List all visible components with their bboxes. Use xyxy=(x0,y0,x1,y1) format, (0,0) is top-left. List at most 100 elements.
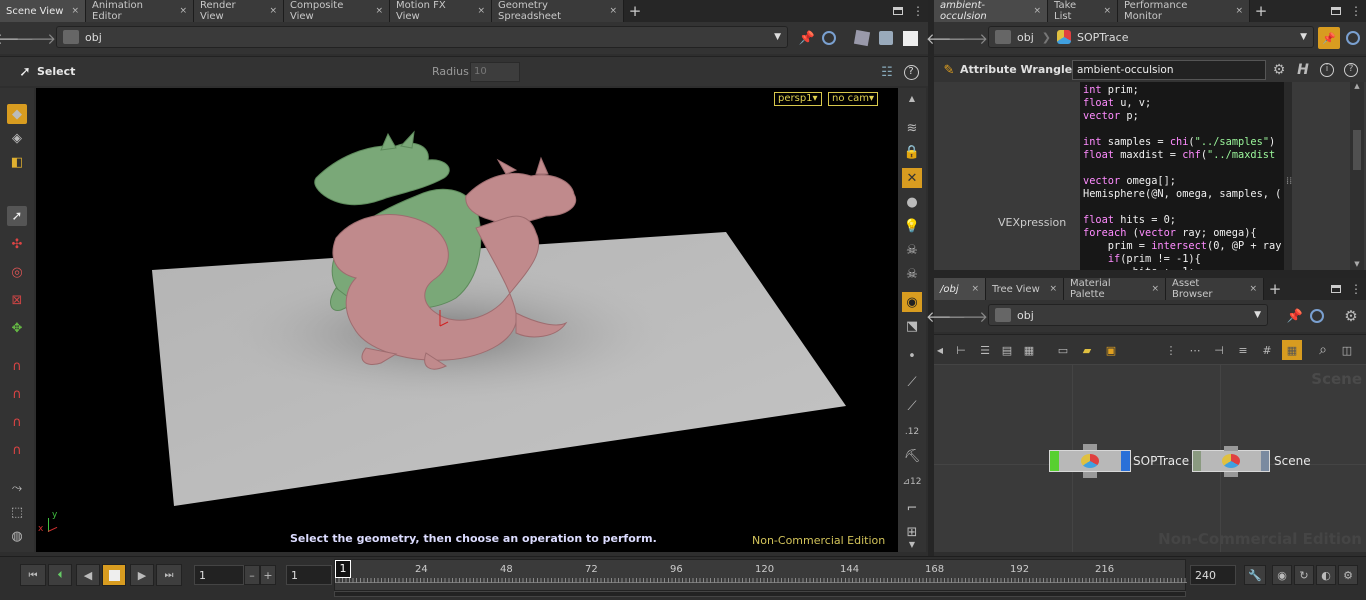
display-camera-menu[interactable]: no cam▾ xyxy=(828,92,879,106)
step-back-icon[interactable]: ⏴ xyxy=(48,564,72,586)
maximize-pane-icon[interactable] xyxy=(888,0,908,22)
network-path-bar[interactable]: obj ▼ xyxy=(988,304,1268,326)
link-icon[interactable] xyxy=(1344,28,1362,48)
timeline-range-slider[interactable] xyxy=(334,591,1186,597)
pin-icon[interactable]: 📌 xyxy=(798,28,816,48)
cube-icon[interactable] xyxy=(852,28,872,48)
help-h-icon[interactable]: H xyxy=(1294,61,1312,79)
realtime-icon[interactable]: ◉ xyxy=(1272,565,1292,585)
node-scene[interactable] xyxy=(1192,450,1270,472)
preview-icon[interactable]: ◫ xyxy=(1338,341,1356,359)
tab-tree-view[interactable]: Tree View × xyxy=(986,278,1064,300)
construction-plane-icon[interactable]: ⌐ xyxy=(902,498,922,518)
sticky-note-icon[interactable]: ▰ xyxy=(1078,341,1096,359)
node-output-connector[interactable] xyxy=(1083,472,1097,478)
tab-asset-browser[interactable]: Asset Browser × xyxy=(1166,278,1264,300)
primitives-tool-icon[interactable]: ◧ xyxy=(7,152,27,172)
global-settings-icon[interactable]: ⚙ xyxy=(1338,565,1358,585)
start-frame-field[interactable]: 1 xyxy=(286,565,332,585)
tab-performance-monitor[interactable]: Performance Monitor × xyxy=(1118,0,1250,22)
forward-arrow-icon[interactable]: 🡒 xyxy=(948,306,988,326)
link-icon[interactable] xyxy=(820,28,838,48)
distribute-icon[interactable]: ≡ xyxy=(1234,341,1252,359)
close-icon[interactable]: × xyxy=(1235,6,1243,16)
select-arrow-icon[interactable]: ➚ xyxy=(16,63,34,81)
tree-icon[interactable]: ⊢ xyxy=(952,341,970,359)
pose-tool-icon[interactable]: ⤳ xyxy=(7,478,27,498)
network-box-icon[interactable]: ▭ xyxy=(1054,341,1072,359)
node-flag-left[interactable] xyxy=(1193,451,1201,471)
node-name-field[interactable]: ambient-occulsion xyxy=(1072,60,1266,80)
detail-icon[interactable]: ▤ xyxy=(998,341,1016,359)
node-soptrace[interactable] xyxy=(1049,450,1131,472)
network-editor[interactable]: Scene Non-Commercial Edition SOPTrace Sc… xyxy=(934,364,1366,552)
select-tool-icon[interactable]: ◆ xyxy=(7,104,27,124)
right-pane-divider[interactable] xyxy=(934,270,1366,278)
help-icon[interactable]: ? xyxy=(1342,61,1360,79)
path-obj[interactable]: obj xyxy=(85,31,102,44)
prim-numbers-icon[interactable]: ⊿12 xyxy=(902,472,922,492)
brush-icon[interactable]: ⛏ xyxy=(902,446,922,466)
chevron-down-icon[interactable]: ▼ xyxy=(774,32,781,42)
scale-tool-icon[interactable]: ⊠ xyxy=(7,290,27,310)
pin-icon[interactable]: 📌 xyxy=(1286,306,1304,326)
timeline-ruler[interactable]: 1 24 48 72 96 120 144 168 192 216 xyxy=(334,559,1187,591)
magnet-tool-4-icon[interactable]: ∩ xyxy=(7,440,27,460)
resize-handle-icon[interactable]: ⁞⁞ xyxy=(1286,176,1292,187)
display-options-icon[interactable] xyxy=(876,28,896,48)
camera-view-icon[interactable]: ⬔ xyxy=(902,316,922,336)
left-path-bar[interactable]: obj ▼ xyxy=(56,26,788,48)
close-icon[interactable]: × xyxy=(1033,6,1041,16)
pointer-tool-icon[interactable]: ➚ xyxy=(7,206,27,226)
gear-icon[interactable]: ⚙ xyxy=(1342,306,1360,326)
close-icon[interactable]: × xyxy=(179,6,187,16)
node-flag-right[interactable] xyxy=(1121,451,1130,471)
close-icon[interactable]: × xyxy=(477,6,485,16)
play-icon[interactable]: ▶ xyxy=(130,564,154,586)
play-reverse-icon[interactable]: ◀ xyxy=(76,564,100,586)
vector-icon[interactable]: ⟋ xyxy=(902,396,922,416)
pane-menu-icon[interactable]: ⋮ xyxy=(1346,278,1366,300)
lock-icon[interactable]: 🔒 xyxy=(902,142,922,162)
close-icon[interactable]: × xyxy=(1151,284,1159,294)
layers-icon[interactable]: ≋ xyxy=(902,118,922,138)
path-obj[interactable]: obj xyxy=(1017,309,1034,322)
info-icon[interactable]: i xyxy=(1318,61,1336,79)
gear-icon[interactable]: ⚙ xyxy=(1270,61,1288,79)
scroll-thumb[interactable] xyxy=(1353,130,1361,170)
grid-snap-icon[interactable]: # xyxy=(1258,341,1276,359)
audio-icon[interactable]: ◐ xyxy=(1316,565,1336,585)
align-vertical-icon[interactable]: ⋮ xyxy=(1162,341,1180,359)
tab-animation-editor[interactable]: Animation Editor × xyxy=(86,0,194,22)
point-numbers-icon[interactable]: .12 xyxy=(902,422,922,442)
close-icon[interactable]: × xyxy=(269,6,277,16)
magnet-tool-3-icon[interactable]: ∩ xyxy=(7,412,27,432)
render-icon[interactable]: ◉ xyxy=(902,292,922,312)
help-icon[interactable]: ? xyxy=(902,63,920,81)
tab-motion-fx-view[interactable]: Motion FX View × xyxy=(390,0,492,22)
scroll-up-icon[interactable]: ▲ xyxy=(1350,82,1364,90)
close-icon[interactable]: × xyxy=(971,284,979,294)
node-flag-left[interactable] xyxy=(1050,451,1059,471)
node-output-connector[interactable] xyxy=(1224,472,1238,477)
tool-settings-icon[interactable]: ☷ xyxy=(878,63,896,81)
stop-icon[interactable] xyxy=(102,564,126,586)
layout-icon[interactable]: ⊣ xyxy=(1210,341,1228,359)
node-input-connector[interactable] xyxy=(1224,446,1238,451)
loop-icon[interactable]: ↻ xyxy=(1294,565,1314,585)
maximize-pane-icon[interactable] xyxy=(1326,0,1346,22)
align-horizontal-icon[interactable]: ⋯ xyxy=(1186,341,1204,359)
pane-menu-icon[interactable]: ⋮ xyxy=(908,0,928,22)
collapse-arrow-icon[interactable]: ◀ xyxy=(936,341,944,359)
point-display-icon[interactable]: • xyxy=(902,346,922,366)
close-icon[interactable]: × xyxy=(1049,284,1057,294)
key-tools-icon[interactable]: 🔧 xyxy=(1244,565,1266,585)
viewport[interactable]: persp1▾ no cam▾ y x Select the geometry,… xyxy=(36,88,898,552)
tab-geometry-spreadsheet[interactable]: Geometry Spreadsheet × xyxy=(492,0,624,22)
sphere-shade-icon[interactable]: ● xyxy=(902,192,922,212)
tab-material-palette[interactable]: Material Palette × xyxy=(1064,278,1166,300)
node-flag-right[interactable] xyxy=(1261,451,1269,471)
radius-field[interactable]: 10 xyxy=(470,62,520,82)
current-frame-field[interactable]: 1 xyxy=(194,565,244,585)
close-icon[interactable]: × xyxy=(1103,6,1111,16)
